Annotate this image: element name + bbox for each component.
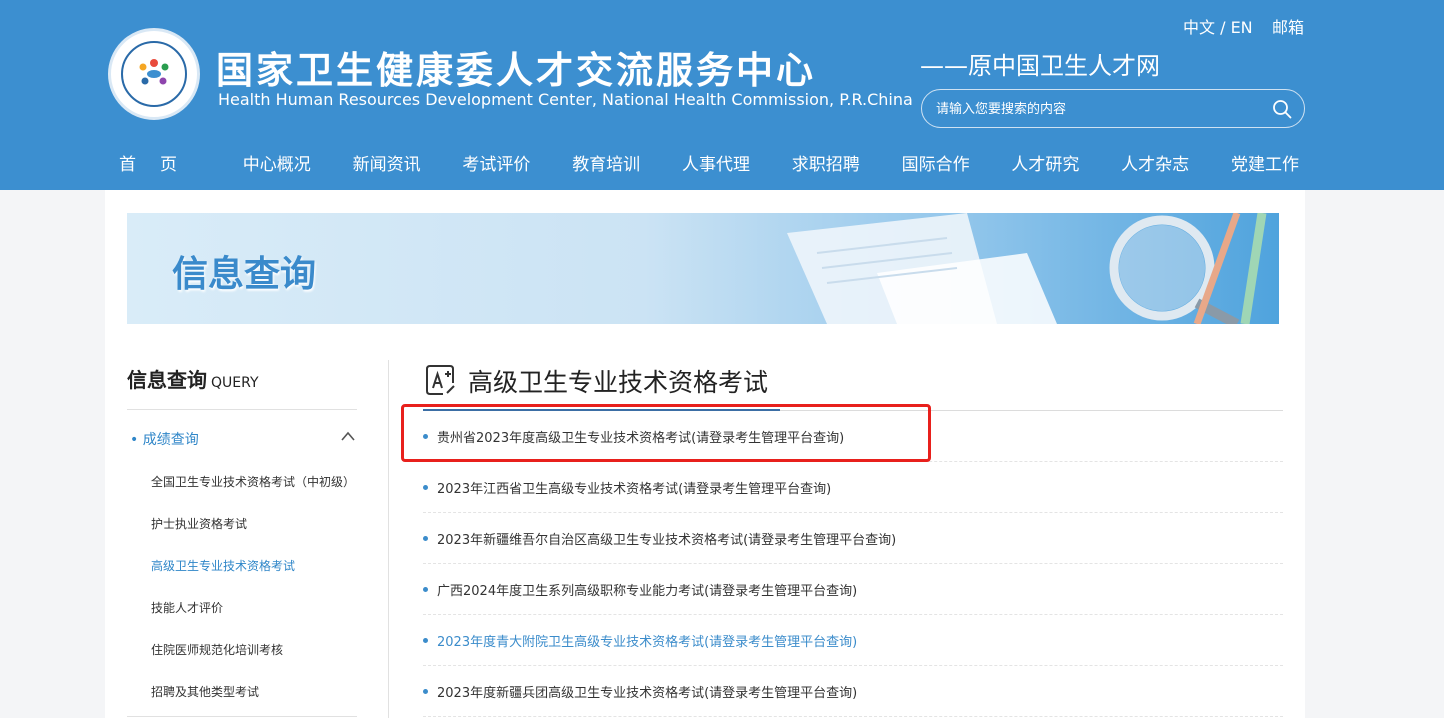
sidebar-item-residency-training[interactable]: 住院医师规范化培训考核: [151, 641, 283, 658]
bullet-dot: [423, 689, 428, 694]
nav-item-jobs[interactable]: 求职招聘: [792, 150, 860, 175]
list-item-text[interactable]: 2023年新疆维吾尔自治区高级卫生专业技术资格考试(请登录考生管理平台查询): [437, 529, 896, 548]
former-name: ——原中国卫生人才网: [920, 52, 1160, 80]
grade-aplus-icon: [426, 365, 455, 395]
sidebar-heading-en: QUERY: [211, 375, 259, 391]
nav-item-exams[interactable]: 考试评价: [462, 150, 530, 175]
list-item-text[interactable]: 2023年度青大附院卫生高级专业技术资格考试(请登录考生管理平台查询): [437, 631, 857, 650]
sidebar-group-score-query[interactable]: • 成绩查询: [130, 429, 199, 449]
search-icon[interactable]: [1272, 99, 1292, 119]
list-item[interactable]: 2023年江西省卫生高级专业技术资格考试(请登录考生管理平台查询): [423, 462, 1283, 513]
list-item[interactable]: 2023年度新疆兵团高级卫生专业技术资格考试(请登录考生管理平台查询): [423, 666, 1283, 717]
nav-item-about[interactable]: 中心概况: [243, 150, 311, 175]
site-subtitle: Health Human Resources Development Cente…: [218, 90, 913, 109]
list-item-text[interactable]: 2023年江西省卫生高级专业技术资格考试(请登录考生管理平台查询): [437, 478, 831, 497]
bullet-dot: [423, 485, 428, 490]
highlight-annotation-box: [401, 404, 931, 462]
bullet-dot: [423, 536, 428, 541]
sidebar-item-skills-evaluation[interactable]: 技能人才评价: [151, 599, 223, 616]
nav-item-magazine[interactable]: 人才杂志: [1121, 150, 1189, 175]
nav-item-research[interactable]: 人才研究: [1011, 150, 1079, 175]
nav-item-home[interactable]: 首页: [119, 150, 201, 175]
list-item[interactable]: 广西2024年度卫生系列高级职称专业能力考试(请登录考生管理平台查询): [423, 564, 1283, 615]
column-divider: [388, 360, 389, 718]
mailbox-link[interactable]: 邮箱: [1272, 14, 1304, 38]
section-title: 高级卫生专业技术资格考试: [468, 368, 769, 397]
list-item-text[interactable]: 广西2024年度卫生系列高级职称专业能力考试(请登录考生管理平台查询): [437, 580, 857, 599]
banner-title: 信息查询: [172, 254, 317, 295]
logo-figures-icon: [139, 59, 169, 85]
list-item-text[interactable]: 2023年度新疆兵团高级卫生专业技术资格考试(请登录考生管理平台查询): [437, 682, 857, 701]
sidebar-divider: [127, 409, 357, 410]
search-box: [921, 89, 1305, 128]
site-header: 国家卫生健康委人才交流服务中心 Health Human Resources D…: [0, 0, 1444, 190]
language-switch-link[interactable]: 中文 / EN: [1183, 14, 1253, 38]
search-input[interactable]: [936, 98, 1256, 120]
magnifier-documents-illustration: [787, 213, 1267, 324]
nav-item-party-building[interactable]: 党建工作: [1231, 150, 1299, 175]
site-title: 国家卫生健康委人才交流服务中心: [216, 49, 816, 92]
sidebar-heading: 信息查询 QUERY: [127, 364, 259, 393]
bullet-dot: [423, 638, 428, 643]
chevron-up-icon[interactable]: [340, 430, 356, 442]
sidebar-item-senior-health-exam[interactable]: 高级卫生专业技术资格考试: [151, 557, 295, 574]
bullet-dot: [423, 587, 428, 592]
page-banner: 信息查询: [127, 213, 1279, 324]
sidebar-divider-bottom: [127, 716, 357, 717]
nav-item-news[interactable]: 新闻资讯: [353, 150, 421, 175]
nav-item-international[interactable]: 国际合作: [902, 150, 970, 175]
sidebar-item-recruitment-exams[interactable]: 招聘及其他类型考试: [151, 683, 259, 700]
sidebar-item-nurse-exam[interactable]: 护士执业资格考试: [151, 515, 247, 532]
sidebar-item-national-health-exam[interactable]: 全国卫生专业技术资格考试（中初级）: [151, 473, 355, 490]
nav-item-personnel-agency[interactable]: 人事代理: [682, 150, 750, 175]
sidebar-heading-text: 信息查询: [127, 368, 207, 392]
main-nav: 首页 中心概况 新闻资讯 考试评价 教育培训 人事代理 求职招聘 国际合作 人才…: [119, 150, 1299, 175]
nav-item-training[interactable]: 教育培训: [572, 150, 640, 175]
list-item[interactable]: 2023年度青大附院卫生高级专业技术资格考试(请登录考生管理平台查询): [423, 615, 1283, 666]
list-item[interactable]: 2023年新疆维吾尔自治区高级卫生专业技术资格考试(请登录考生管理平台查询): [423, 513, 1283, 564]
site-logo[interactable]: [108, 28, 200, 120]
